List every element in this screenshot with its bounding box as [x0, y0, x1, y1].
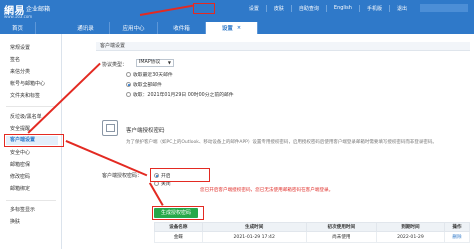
sidebar-item-multi-tab[interactable]: 多标签显示 — [10, 206, 35, 213]
section-title: 客户端设置 — [96, 42, 470, 51]
sidebar-item-skin[interactable]: 换肤 — [10, 218, 20, 225]
sidebar-item-mail-protection[interactable]: 邮箱密保 — [10, 161, 30, 168]
tab-close-icon[interactable]: × — [237, 25, 241, 31]
col-actions: 操作 — [443, 222, 471, 232]
receive-option-all[interactable]: 收取全部邮件 — [126, 81, 162, 88]
radio-icon[interactable] — [126, 82, 131, 87]
tab-settings[interactable]: 设置 × — [206, 22, 258, 34]
sidebar-item-security-center[interactable]: 安全中心 — [10, 149, 30, 156]
nav-tabs: 首页 通讯录 应用中心 收件箱 设置 × — [0, 22, 474, 34]
top-link-skin[interactable]: 皮肤 — [265, 5, 291, 12]
sidebar-item-general[interactable]: 常规设置 — [10, 44, 30, 51]
radio-icon[interactable] — [126, 72, 131, 77]
chevron-down-icon: ▼ — [167, 60, 171, 65]
delete-link[interactable]: 删除 — [443, 231, 471, 243]
sidebar-item-mail-binding[interactable]: 邮箱绑定 — [10, 185, 30, 192]
highlight-box-auth-label — [150, 168, 210, 182]
auth-password-description: 为了保护客户端（如PC上的Outlook、移动设备上的邮件APP）设置专用授权密… — [126, 140, 437, 145]
highlight-box-settings-link — [193, 3, 215, 14]
product-name: 企业邮箱 — [26, 6, 51, 13]
top-link-english[interactable]: English — [325, 5, 359, 12]
highlight-box-generate-button — [152, 206, 204, 220]
col-first-use: 初次使用时间 — [305, 222, 377, 232]
top-bar: 網易 企业邮箱 www.163.com 设置 皮肤 自助查询 English 手… — [0, 0, 474, 22]
tab-app-center[interactable]: 应用中心 — [110, 22, 158, 34]
sidebar-item-change-password[interactable]: 修改密码 — [10, 173, 30, 180]
sidebar-item-signature[interactable]: 签名 — [10, 56, 20, 63]
table-header-row: 设备名称 生成时间 初次使用时间 到期时间 操作 — [154, 222, 471, 232]
sidebar-item-folders[interactable]: 文件夹和标签 — [10, 92, 40, 99]
auth-password-label: 客户端授权密码： — [102, 173, 143, 179]
sidebar-divider — [6, 200, 56, 201]
top-link-logout[interactable]: 退出 — [388, 5, 414, 12]
top-links: 设置 皮肤 自助查询 English 手机版 退出 — [242, 5, 414, 12]
receive-option-before-date[interactable]: 收取：2021年01月29日 00时00分之前的邮件 — [126, 91, 234, 98]
protocol-label: 协议类型： — [102, 62, 128, 68]
cell-device-name: 金蝶 — [154, 231, 203, 243]
highlight-box-client-settings — [4, 134, 64, 147]
tab-inbox[interactable]: 收件箱 — [158, 22, 206, 34]
sidebar-item-antispam[interactable]: 反垃圾/黑名单 — [10, 113, 42, 120]
tab-contacts[interactable]: 通讯录 — [62, 22, 110, 34]
client-settings-panel: 客户端设置 协议类型： IMAP协议 ▼ 收取最近30天邮件 收取全部邮件 收取… — [62, 34, 474, 249]
auth-devices-table: 设备名称 生成时间 初次使用时间 到期时间 操作 金蝶 2021-01-29 1… — [154, 222, 471, 243]
col-created-time: 生成时间 — [201, 222, 307, 232]
col-expiry: 到期时间 — [375, 222, 445, 232]
sidebar-divider — [6, 106, 56, 107]
protocol-select[interactable]: IMAP协议 ▼ — [136, 59, 174, 67]
sidebar-item-account-center[interactable]: 帐号与邮箱中心 — [10, 80, 45, 87]
receive-option-30days[interactable]: 收取最近30天邮件 — [126, 71, 173, 78]
auth-status-hint: 您已开启客户端授权密码，您已无法使用邮箱密码在客户端登录。 — [200, 188, 334, 193]
top-link-self-service[interactable]: 自助查询 — [290, 5, 326, 12]
radio-icon[interactable] — [126, 92, 131, 97]
auth-password-title: 客户端授权密码 — [126, 128, 165, 134]
table-row: 金蝶 2021-01-29 17:42 尚未使用 2022-01-29 删除 — [154, 231, 471, 243]
tab-home[interactable]: 首页 — [0, 22, 36, 34]
top-link-settings[interactable]: 设置 — [242, 5, 266, 12]
client-device-icon — [102, 120, 118, 136]
sidebar-item-mail-filter[interactable]: 来信分类 — [10, 68, 30, 75]
cell-created-time: 2021-01-29 17:42 — [201, 231, 307, 243]
cell-expiry: 2022-01-29 — [375, 231, 445, 243]
user-account-area[interactable] — [420, 4, 468, 12]
cell-first-use: 尚未使用 — [305, 231, 377, 243]
col-device-name: 设备名称 — [154, 222, 203, 232]
top-link-mobile[interactable]: 手机版 — [358, 5, 389, 12]
site-url: www.163.com — [4, 14, 33, 19]
